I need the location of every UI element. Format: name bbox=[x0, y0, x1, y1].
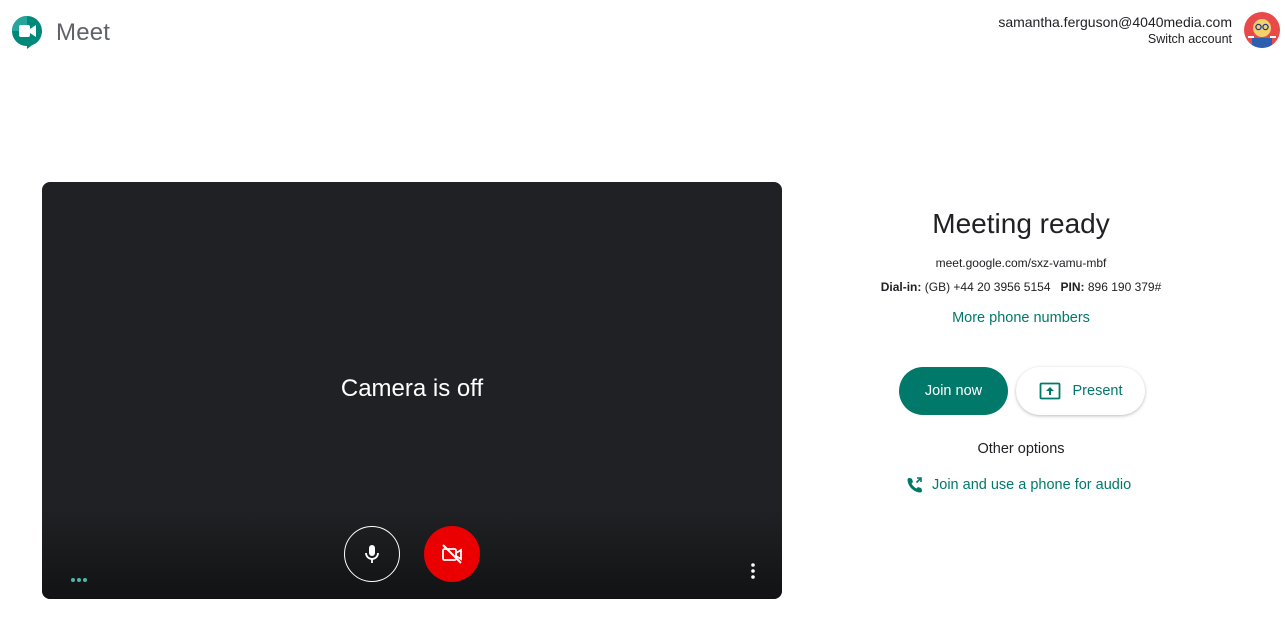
join-phone-audio-link[interactable]: Join and use a phone for audio bbox=[906, 476, 1131, 494]
video-preview: Camera is off bbox=[42, 182, 782, 599]
switch-account-link[interactable]: Switch account bbox=[998, 31, 1232, 47]
more-dots-icon[interactable] bbox=[70, 570, 88, 588]
camera-off-icon bbox=[442, 544, 462, 564]
microphone-icon bbox=[365, 545, 379, 563]
brand-name: Meet bbox=[56, 19, 111, 46]
account-email: samantha.ferguson@4040media.com bbox=[998, 14, 1232, 30]
microphone-toggle-button[interactable] bbox=[344, 526, 400, 582]
phone-audio-label: Join and use a phone for audio bbox=[932, 477, 1132, 493]
present-button[interactable]: Present bbox=[1016, 367, 1145, 415]
other-options-heading: Other options bbox=[977, 441, 1065, 457]
meeting-title: Meeting ready bbox=[932, 208, 1110, 239]
meet-logo-icon[interactable] bbox=[10, 14, 44, 50]
join-actions: Join now Present bbox=[899, 367, 1145, 415]
pin-value: 896 190 379# bbox=[1087, 280, 1162, 294]
dial-in-label: Dial-in: bbox=[880, 280, 922, 294]
present-screen-icon bbox=[1039, 382, 1060, 400]
preview-gradient bbox=[42, 509, 782, 599]
join-panel: Meeting ready meet.google.com/sxz-vamu-m… bbox=[820, 200, 1222, 493]
camera-status-text: Camera is off bbox=[340, 375, 484, 402]
account-info: samantha.ferguson@4040media.com Switch a… bbox=[998, 14, 1232, 47]
dial-in-info: Dial-in: (GB) +44 20 3956 5154 PIN: 896 … bbox=[820, 280, 1222, 294]
dial-in-number: (GB) +44 20 3956 5154 bbox=[924, 280, 1051, 294]
more-phone-numbers-link[interactable]: More phone numbers bbox=[820, 310, 1222, 326]
meeting-link: meet.google.com/sxz-vamu-mbf bbox=[935, 256, 1107, 270]
camera-toggle-button[interactable] bbox=[424, 526, 480, 582]
present-label: Present bbox=[1072, 383, 1123, 399]
phone-forward-icon bbox=[907, 477, 922, 493]
pin-label: PIN: bbox=[1060, 280, 1085, 294]
join-now-button[interactable]: Join now bbox=[899, 367, 1008, 415]
top-bar: Meet samantha.ferguson@4040media.com Swi… bbox=[0, 0, 1285, 64]
avatar[interactable] bbox=[1244, 12, 1280, 48]
more-vertical-icon[interactable] bbox=[748, 560, 758, 582]
